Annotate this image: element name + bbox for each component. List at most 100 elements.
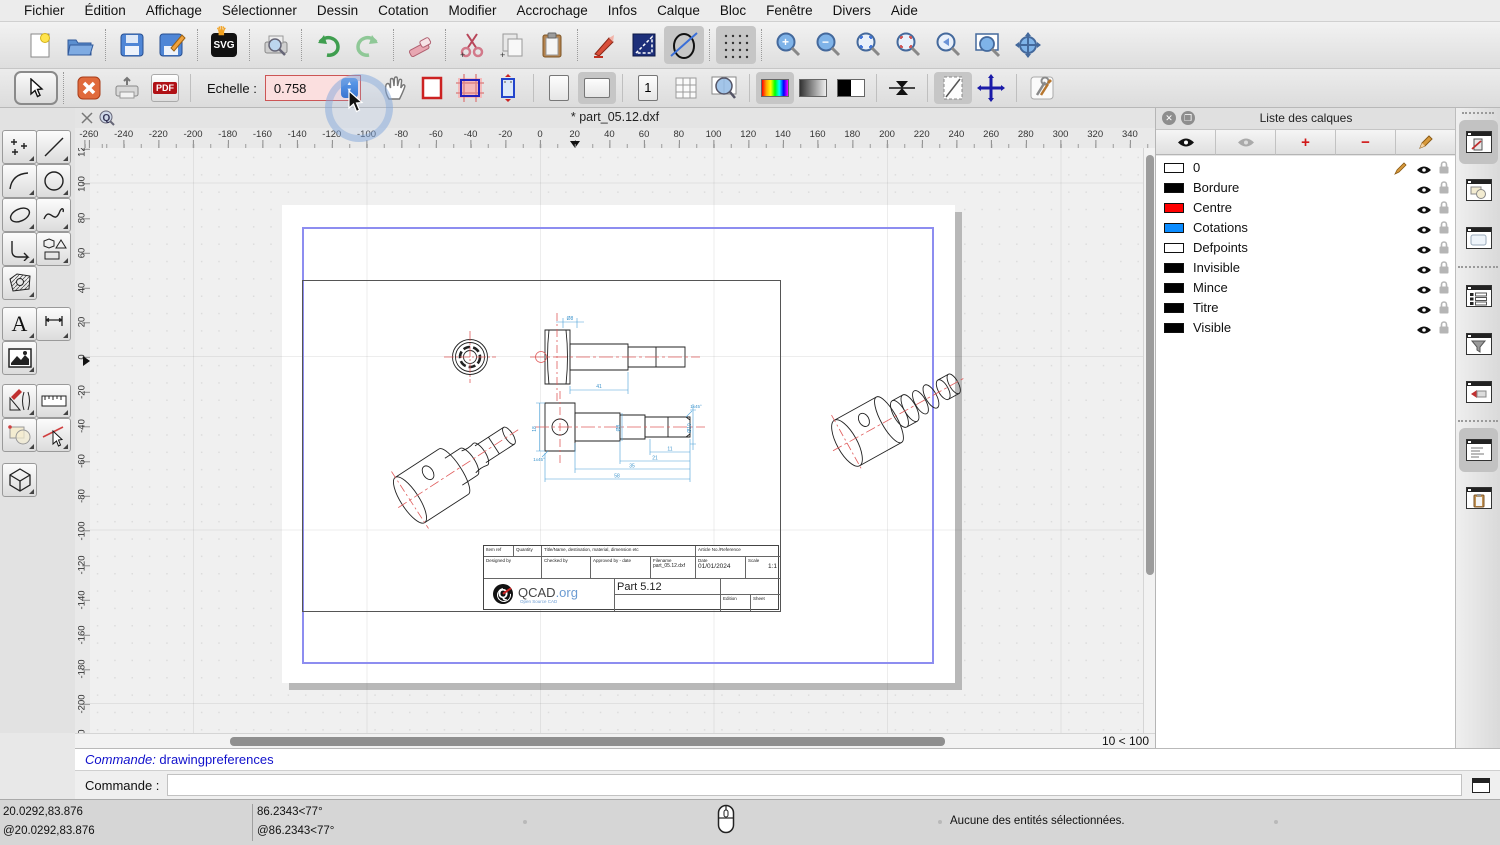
full-color-button[interactable]	[756, 72, 794, 104]
eraser-button[interactable]	[400, 26, 440, 64]
layer-lock-icon[interactable]	[1438, 201, 1450, 219]
pointer-tool-button[interactable]	[14, 71, 58, 105]
hatch-tool-button[interactable]	[2, 266, 37, 300]
drawing-canvas[interactable]: Ø8 41 18 Ø8 Ø10 1x45° 1x45° 11 21 35 58 …	[90, 148, 1143, 733]
menu-dessin[interactable]: Dessin	[307, 3, 368, 18]
hide-all-layers-button[interactable]	[1216, 130, 1276, 155]
zoom-page-button[interactable]	[705, 72, 743, 104]
shape-tool-button[interactable]	[36, 232, 71, 266]
layer-lock-icon[interactable]	[1438, 281, 1450, 299]
point-tool-button[interactable]	[2, 130, 37, 164]
single-page-button[interactable]: 1	[629, 72, 667, 104]
modify-tool-button[interactable]	[2, 384, 37, 418]
save-as-button[interactable]	[152, 26, 192, 64]
image-tool-button[interactable]	[2, 341, 37, 375]
layer-lock-icon[interactable]	[1438, 241, 1450, 259]
paste-button[interactable]	[532, 26, 572, 64]
auto-fit-button[interactable]	[489, 72, 527, 104]
command-input[interactable]	[167, 774, 1462, 796]
zoom-window-button[interactable]	[968, 26, 1008, 64]
property-editor-dock-button[interactable]	[1459, 120, 1498, 164]
paper-border-button[interactable]	[413, 72, 451, 104]
grayscale-button[interactable]	[794, 72, 832, 104]
ellipse-tool-toggle[interactable]	[664, 26, 704, 64]
portrait-page-button[interactable]	[540, 72, 578, 104]
view-list-dock-button[interactable]	[1459, 216, 1498, 260]
vertical-scrollbar-thumb[interactable]	[1146, 155, 1154, 575]
clipboard-dock-button[interactable]	[1459, 476, 1498, 520]
blackwhite-button[interactable]	[832, 72, 870, 104]
layer-lock-icon[interactable]	[1438, 301, 1450, 319]
paper-grid-button[interactable]	[451, 72, 489, 104]
zoom-previous-button[interactable]	[928, 26, 968, 64]
preferences-button[interactable]	[1023, 72, 1061, 104]
menu-modifier[interactable]: Modifier	[438, 3, 506, 18]
crosshair-button[interactable]	[972, 72, 1010, 104]
scale-tool-button[interactable]	[624, 26, 664, 64]
dimension-tool-button[interactable]	[36, 307, 71, 341]
landscape-page-button[interactable]	[578, 72, 616, 104]
line-tool-button[interactable]	[36, 130, 71, 164]
copy-button[interactable]: +	[492, 26, 532, 64]
open-file-button[interactable]	[60, 26, 100, 64]
spline-tool-button[interactable]	[36, 198, 71, 232]
pdf-export-button[interactable]: PDF	[146, 72, 184, 104]
layer-row-0[interactable]: 0	[1156, 158, 1456, 178]
horizontal-scrollbar-thumb[interactable]	[230, 737, 945, 746]
lineweight-button[interactable]	[883, 72, 921, 104]
layer-row-8[interactable]: Visible	[1156, 318, 1456, 338]
dock-strip-handle[interactable]	[1462, 112, 1494, 114]
zoom-in-button[interactable]: +	[768, 26, 808, 64]
text-tool-button[interactable]: A	[2, 307, 37, 341]
new-file-button[interactable]	[20, 26, 60, 64]
zoom-out-button[interactable]: −	[808, 26, 848, 64]
layer-row-2[interactable]: Centre	[1156, 198, 1456, 218]
menu-divers[interactable]: Divers	[823, 3, 881, 18]
block-list-dock-button[interactable]	[1459, 168, 1498, 212]
ellipse-tool-button[interactable]	[2, 198, 37, 232]
polyline-tool-button[interactable]	[2, 232, 37, 266]
layer-row-5[interactable]: Invisible	[1156, 258, 1456, 278]
undo-button[interactable]	[308, 26, 348, 64]
print-button[interactable]	[108, 72, 146, 104]
multi-page-button[interactable]	[667, 72, 705, 104]
menu-bloc[interactable]: Bloc	[710, 3, 756, 18]
print-preview-button[interactable]	[256, 26, 296, 64]
layer-row-4[interactable]: Defpoints	[1156, 238, 1456, 258]
svg-export-button[interactable]: SVG	[204, 26, 244, 64]
draw-order-button[interactable]	[584, 26, 624, 64]
menu-accrochage[interactable]: Accrochage	[506, 3, 597, 18]
block-tool-button[interactable]	[2, 418, 37, 452]
layer-lock-icon[interactable]	[1438, 181, 1450, 199]
menu-fenetre[interactable]: Fenêtre	[756, 3, 823, 18]
menu-calque[interactable]: Calque	[647, 3, 710, 18]
horizontal-scrollbar[interactable]: 10 < 100	[75, 733, 1155, 749]
menu-cotation[interactable]: Cotation	[368, 3, 438, 18]
zoom-pan-button[interactable]	[1008, 26, 1048, 64]
isometric-tool-button[interactable]	[2, 463, 37, 497]
zoom-auto-button[interactable]	[848, 26, 888, 64]
layer-visible-icon[interactable]	[1416, 322, 1432, 340]
menu-fichier[interactable]: Fichier	[14, 3, 75, 18]
arc-tool-button[interactable]	[2, 164, 37, 198]
command-panel-toggle-icon[interactable]	[1472, 778, 1490, 793]
layer-lock-icon[interactable]	[1438, 261, 1450, 279]
add-layer-button[interactable]: +	[1276, 130, 1336, 155]
menu-edition[interactable]: Édition	[75, 3, 136, 18]
layer-lock-icon[interactable]	[1438, 161, 1450, 179]
command-history-dock-button[interactable]	[1459, 428, 1498, 472]
cut-button[interactable]: +	[452, 26, 492, 64]
command-widget-dock-button[interactable]	[1459, 370, 1498, 414]
layer-row-7[interactable]: Titre	[1156, 298, 1456, 318]
circle-tool-button[interactable]	[36, 164, 71, 198]
layer-lock-icon[interactable]	[1438, 221, 1450, 239]
save-button[interactable]	[112, 26, 152, 64]
redo-button[interactable]	[348, 26, 388, 64]
show-all-layers-button[interactable]	[1156, 130, 1216, 155]
menu-affichage[interactable]: Affichage	[136, 3, 212, 18]
layer-row-3[interactable]: Cotations	[1156, 218, 1456, 238]
menu-selectionner[interactable]: Sélectionner	[212, 3, 307, 18]
library-browser-dock-button[interactable]	[1459, 274, 1498, 318]
grid-toggle[interactable]	[716, 26, 756, 64]
draft-mode-button[interactable]	[934, 72, 972, 104]
